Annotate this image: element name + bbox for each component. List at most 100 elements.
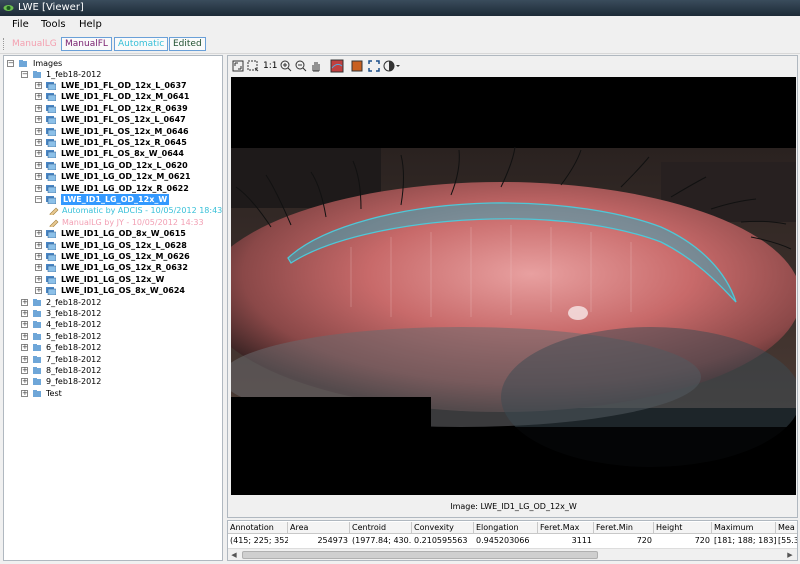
expand-icon[interactable]: + (21, 378, 28, 385)
image-stack-icon (46, 196, 56, 204)
tree-item-label: LWE_ID1_LG_OS_8x_W_0624 (61, 286, 185, 295)
image-stack-icon (46, 160, 56, 170)
manual-fl-button[interactable]: ManualFL (61, 37, 112, 51)
scroll-right-icon[interactable]: ▶ (785, 550, 795, 560)
expand-icon[interactable]: + (35, 173, 42, 180)
contrast-dropdown-icon[interactable] (383, 59, 401, 73)
expand-icon[interactable]: + (35, 253, 42, 260)
tree-item-label: LWE_ID1_FL_OS_12x_M_0646 (61, 127, 189, 136)
tree-group-label: 7_feb18-2012 (46, 355, 102, 364)
pan-hand-icon[interactable] (310, 59, 322, 73)
expand-icon[interactable]: + (21, 333, 28, 340)
menu-bar: File Tools Help (0, 16, 800, 34)
image-stack-icon (46, 287, 56, 295)
expand-icon[interactable]: + (21, 356, 28, 363)
image-stack-icon (46, 264, 56, 272)
expand-icon[interactable]: + (35, 93, 42, 100)
expand-icon[interactable]: + (35, 230, 42, 237)
table-cell: 0.210595563 (414, 536, 468, 545)
table-cell: 3111 (571, 536, 592, 545)
image-stack-icon (46, 82, 56, 90)
automatic-button[interactable]: Automatic (114, 37, 169, 51)
column-header[interactable]: Convexity (412, 522, 474, 534)
image-stack-icon (46, 173, 56, 181)
expand-icon[interactable]: + (35, 105, 42, 112)
measurements-table[interactable]: Annotation Area Centroid Convexity Elongatio… (227, 520, 798, 561)
image-stack-icon (46, 262, 56, 272)
scroll-left-icon[interactable]: ◀ (229, 550, 239, 560)
expand-icon[interactable]: + (35, 264, 42, 271)
expand-icon[interactable]: + (35, 185, 42, 192)
image-stack-icon (46, 253, 56, 261)
image-stack-icon (46, 183, 56, 193)
image-stack-icon (46, 162, 56, 170)
color-image-icon[interactable] (351, 59, 363, 73)
tree-item-label: LWE_ID1_LG_OD_8x_W_0615 (61, 229, 186, 238)
image-stack-icon (46, 150, 56, 158)
expand-icon[interactable]: + (35, 116, 42, 123)
expand-icon[interactable]: + (21, 321, 28, 328)
expand-icon[interactable]: + (35, 150, 42, 157)
zoom-out-icon[interactable] (295, 59, 307, 73)
image-tree[interactable]: − Images − 1_feb18-2012 + LWE_ID1_FL_OD_1… (3, 55, 223, 561)
expand-icon[interactable]: + (35, 242, 42, 249)
expand-icon[interactable]: + (35, 128, 42, 135)
collapse-icon[interactable]: − (35, 196, 42, 203)
toolbar-grip[interactable] (3, 38, 5, 50)
horizontal-scrollbar[interactable]: ◀ ▶ (228, 548, 797, 560)
column-header[interactable]: Centroid (350, 522, 412, 534)
scroll-thumb[interactable] (242, 551, 598, 559)
menu-tools[interactable]: Tools (41, 19, 66, 30)
image-stack-icon (46, 285, 56, 295)
column-header[interactable]: Feret.Max (538, 522, 594, 534)
tree-item-label: LWE_ID1_LG_OD_12x_R_0622 (61, 184, 189, 193)
fullscreen-icon[interactable] (368, 59, 380, 73)
column-header[interactable]: Area (288, 522, 350, 534)
column-header[interactable]: Height (654, 522, 712, 534)
tree-group-label: 8_feb18-2012 (46, 366, 102, 375)
column-header[interactable]: Feret.Min (594, 522, 654, 534)
expand-icon[interactable]: + (35, 82, 42, 89)
folder-icon (33, 378, 41, 385)
eyelid-image[interactable] (231, 77, 796, 495)
expand-icon[interactable]: + (21, 344, 28, 351)
menu-help[interactable]: Help (79, 19, 102, 30)
column-header[interactable]: Mea (776, 522, 797, 534)
image-stack-icon (46, 139, 56, 147)
annotation-label: ManualLG by JY - 10/05/2012 14:33 (62, 218, 204, 227)
folder-icon (33, 299, 41, 306)
tree-group-label: 5_feb18-2012 (46, 332, 102, 341)
folder-icon (33, 310, 41, 317)
collapse-icon[interactable]: − (21, 71, 28, 78)
tree-item-label: LWE_ID1_LG_OD_12x_M_0621 (61, 172, 191, 181)
expand-icon[interactable]: + (21, 310, 28, 317)
collapse-icon[interactable]: − (7, 60, 14, 67)
expand-icon[interactable]: + (35, 139, 42, 146)
table-cell: 254973 (317, 536, 348, 545)
actual-size-button[interactable]: 1:1 (263, 59, 277, 73)
tree-group-1[interactable]: − 1_feb18-2012 (21, 69, 211, 80)
tree-group-label: 4_feb18-2012 (46, 320, 102, 329)
tree-root[interactable]: − Images (7, 58, 207, 69)
column-header[interactable]: Elongation (474, 522, 538, 534)
expand-icon[interactable]: + (35, 162, 42, 169)
expand-icon[interactable]: + (21, 299, 28, 306)
image-stack-icon (46, 116, 56, 124)
expand-icon[interactable]: + (21, 367, 28, 374)
folder-icon (19, 60, 27, 67)
image-stack-icon (46, 274, 56, 284)
overlay-toggle-icon[interactable] (330, 59, 344, 73)
select-region-icon[interactable] (247, 59, 259, 73)
expand-icon[interactable]: + (35, 276, 42, 283)
column-header[interactable]: Maximum (712, 522, 776, 534)
manual-lg-button[interactable]: ManualLG (8, 37, 61, 51)
menu-file[interactable]: File (12, 19, 29, 30)
edited-button[interactable]: Edited (169, 37, 206, 51)
fit-icon[interactable] (232, 59, 244, 73)
folder-icon (33, 333, 41, 340)
zoom-in-icon[interactable] (280, 59, 292, 73)
column-header[interactable]: Annotation (228, 522, 288, 534)
expand-icon[interactable]: + (21, 390, 28, 397)
eyelid-photo[interactable] (231, 77, 796, 495)
expand-icon[interactable]: + (35, 287, 42, 294)
